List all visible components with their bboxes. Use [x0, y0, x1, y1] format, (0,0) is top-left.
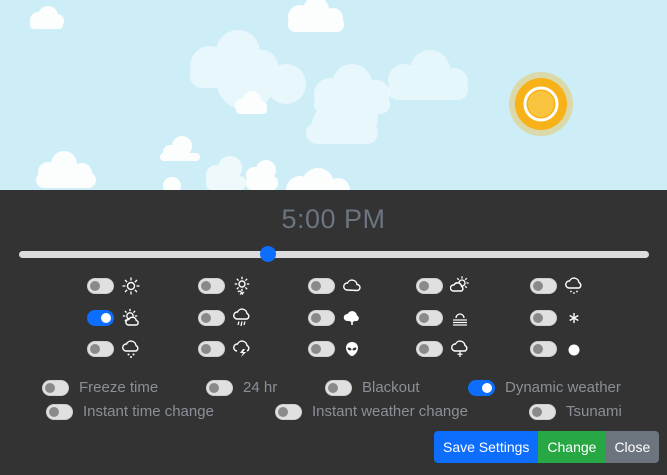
save-settings-button[interactable]: Save Settings — [434, 431, 539, 463]
sun-icon — [121, 276, 141, 296]
weather-option-cloud-drizzle[interactable] — [530, 276, 584, 296]
cloud — [36, 151, 96, 188]
time-slider-handle[interactable] — [259, 246, 276, 262]
cloud — [30, 6, 64, 29]
twenty-four-hr-label: 24 hr — [243, 379, 278, 396]
clouds — [30, 0, 468, 190]
instant-time-change-label: Instant time change — [83, 403, 214, 420]
weather-option-cloud-rain[interactable] — [198, 308, 252, 328]
instant-weather-change-label: Instant weather change — [312, 403, 468, 420]
alien-icon — [342, 339, 362, 359]
weather-toggle[interactable] — [198, 278, 225, 294]
sky-background — [0, 0, 667, 190]
instant-time-change-option[interactable]: Instant time change — [46, 403, 214, 420]
instant-weather-change-option[interactable]: Instant weather change — [275, 403, 468, 420]
moon-icon — [564, 339, 584, 359]
weather-toggle[interactable] — [530, 341, 557, 357]
weather-option-sun-cloud[interactable] — [87, 308, 141, 328]
weather-option-snowflake[interactable] — [530, 308, 584, 328]
cloud-hail-icon — [450, 339, 470, 359]
partly-cloudy-icon — [450, 276, 470, 296]
snowflake-icon — [564, 308, 584, 328]
weather-time-panel: 5:00 PM Freeze time 24 hr Blackout Dynam… — [0, 190, 667, 475]
dynamic-weather-option[interactable]: Dynamic weather — [468, 379, 621, 396]
weather-toggle[interactable] — [416, 310, 443, 326]
weather-scene — [30, 0, 573, 190]
dynamic-weather-toggle[interactable] — [468, 379, 495, 396]
blackout-option[interactable]: Blackout — [325, 379, 420, 396]
weather-toggle[interactable] — [308, 341, 335, 357]
weather-option-cloud-hail[interactable] — [416, 339, 470, 359]
weather-toggle[interactable] — [308, 310, 335, 326]
weather-toggle[interactable] — [87, 278, 114, 294]
twenty-four-hr-option[interactable]: 24 hr — [206, 379, 277, 396]
tsunami-toggle[interactable] — [529, 403, 556, 420]
freeze-time-option[interactable]: Freeze time — [42, 379, 158, 396]
change-button[interactable]: Change — [538, 431, 606, 463]
blackout-label: Blackout — [362, 379, 420, 396]
weather-option-cloud[interactable] — [308, 276, 362, 296]
fog-icon — [450, 308, 470, 328]
cloud — [288, 0, 344, 32]
cloud-drizzle-icon — [564, 276, 584, 296]
cloud-icon — [342, 276, 362, 296]
weather-toggle[interactable] — [530, 278, 557, 294]
weather-option-cloud-snow[interactable] — [308, 308, 362, 328]
time-slider-track[interactable] — [19, 251, 649, 258]
weather-option-alien[interactable] — [308, 339, 362, 359]
cloud-lightning-icon — [232, 339, 252, 359]
tsunami-label: Tsunami — [566, 403, 622, 420]
weather-option-sun-haze[interactable] — [198, 276, 252, 296]
time-display: 5:00 PM — [281, 204, 386, 234]
instant-time-change-toggle[interactable] — [46, 403, 73, 420]
sun-cloud-icon — [121, 308, 141, 328]
close-button[interactable]: Close — [605, 431, 660, 463]
sun-haze-icon — [232, 276, 252, 296]
cloud — [160, 136, 200, 161]
weather-option-cloud-sleet[interactable] — [87, 339, 141, 359]
weather-toggle[interactable] — [87, 310, 114, 326]
weather-toggle[interactable] — [308, 278, 335, 294]
twenty-four-hr-toggle[interactable] — [206, 379, 233, 396]
cloud — [306, 64, 390, 144]
weather-toggle[interactable] — [416, 341, 443, 357]
weather-toggle[interactable] — [198, 310, 225, 326]
sun-icon — [509, 72, 573, 136]
cloud-rain-icon — [232, 308, 252, 328]
cloud-sleet-icon — [121, 339, 141, 359]
weather-option-fog[interactable] — [416, 308, 470, 328]
weather-option-sun[interactable] — [87, 276, 141, 296]
freeze-time-toggle[interactable] — [42, 379, 69, 396]
dynamic-weather-label: Dynamic weather — [505, 379, 621, 396]
weather-toggle[interactable] — [530, 310, 557, 326]
weather-toggle[interactable] — [198, 341, 225, 357]
instant-weather-change-toggle[interactable] — [275, 403, 302, 420]
weather-option-cloud-lightning[interactable] — [198, 339, 252, 359]
cloud — [388, 50, 468, 100]
weather-toggle[interactable] — [87, 341, 114, 357]
weather-option-partly-cloudy[interactable] — [416, 276, 470, 296]
weather-option-moon[interactable] — [530, 339, 584, 359]
action-buttons: Save Settings Change Close — [434, 431, 660, 463]
blackout-toggle[interactable] — [325, 379, 352, 396]
cloud — [246, 160, 278, 190]
freeze-time-label: Freeze time — [79, 379, 159, 396]
cloud-snow-icon — [342, 308, 362, 328]
weather-toggle[interactable] — [416, 278, 443, 294]
tsunami-option[interactable]: Tsunami — [529, 403, 622, 420]
cloud — [206, 156, 246, 190]
